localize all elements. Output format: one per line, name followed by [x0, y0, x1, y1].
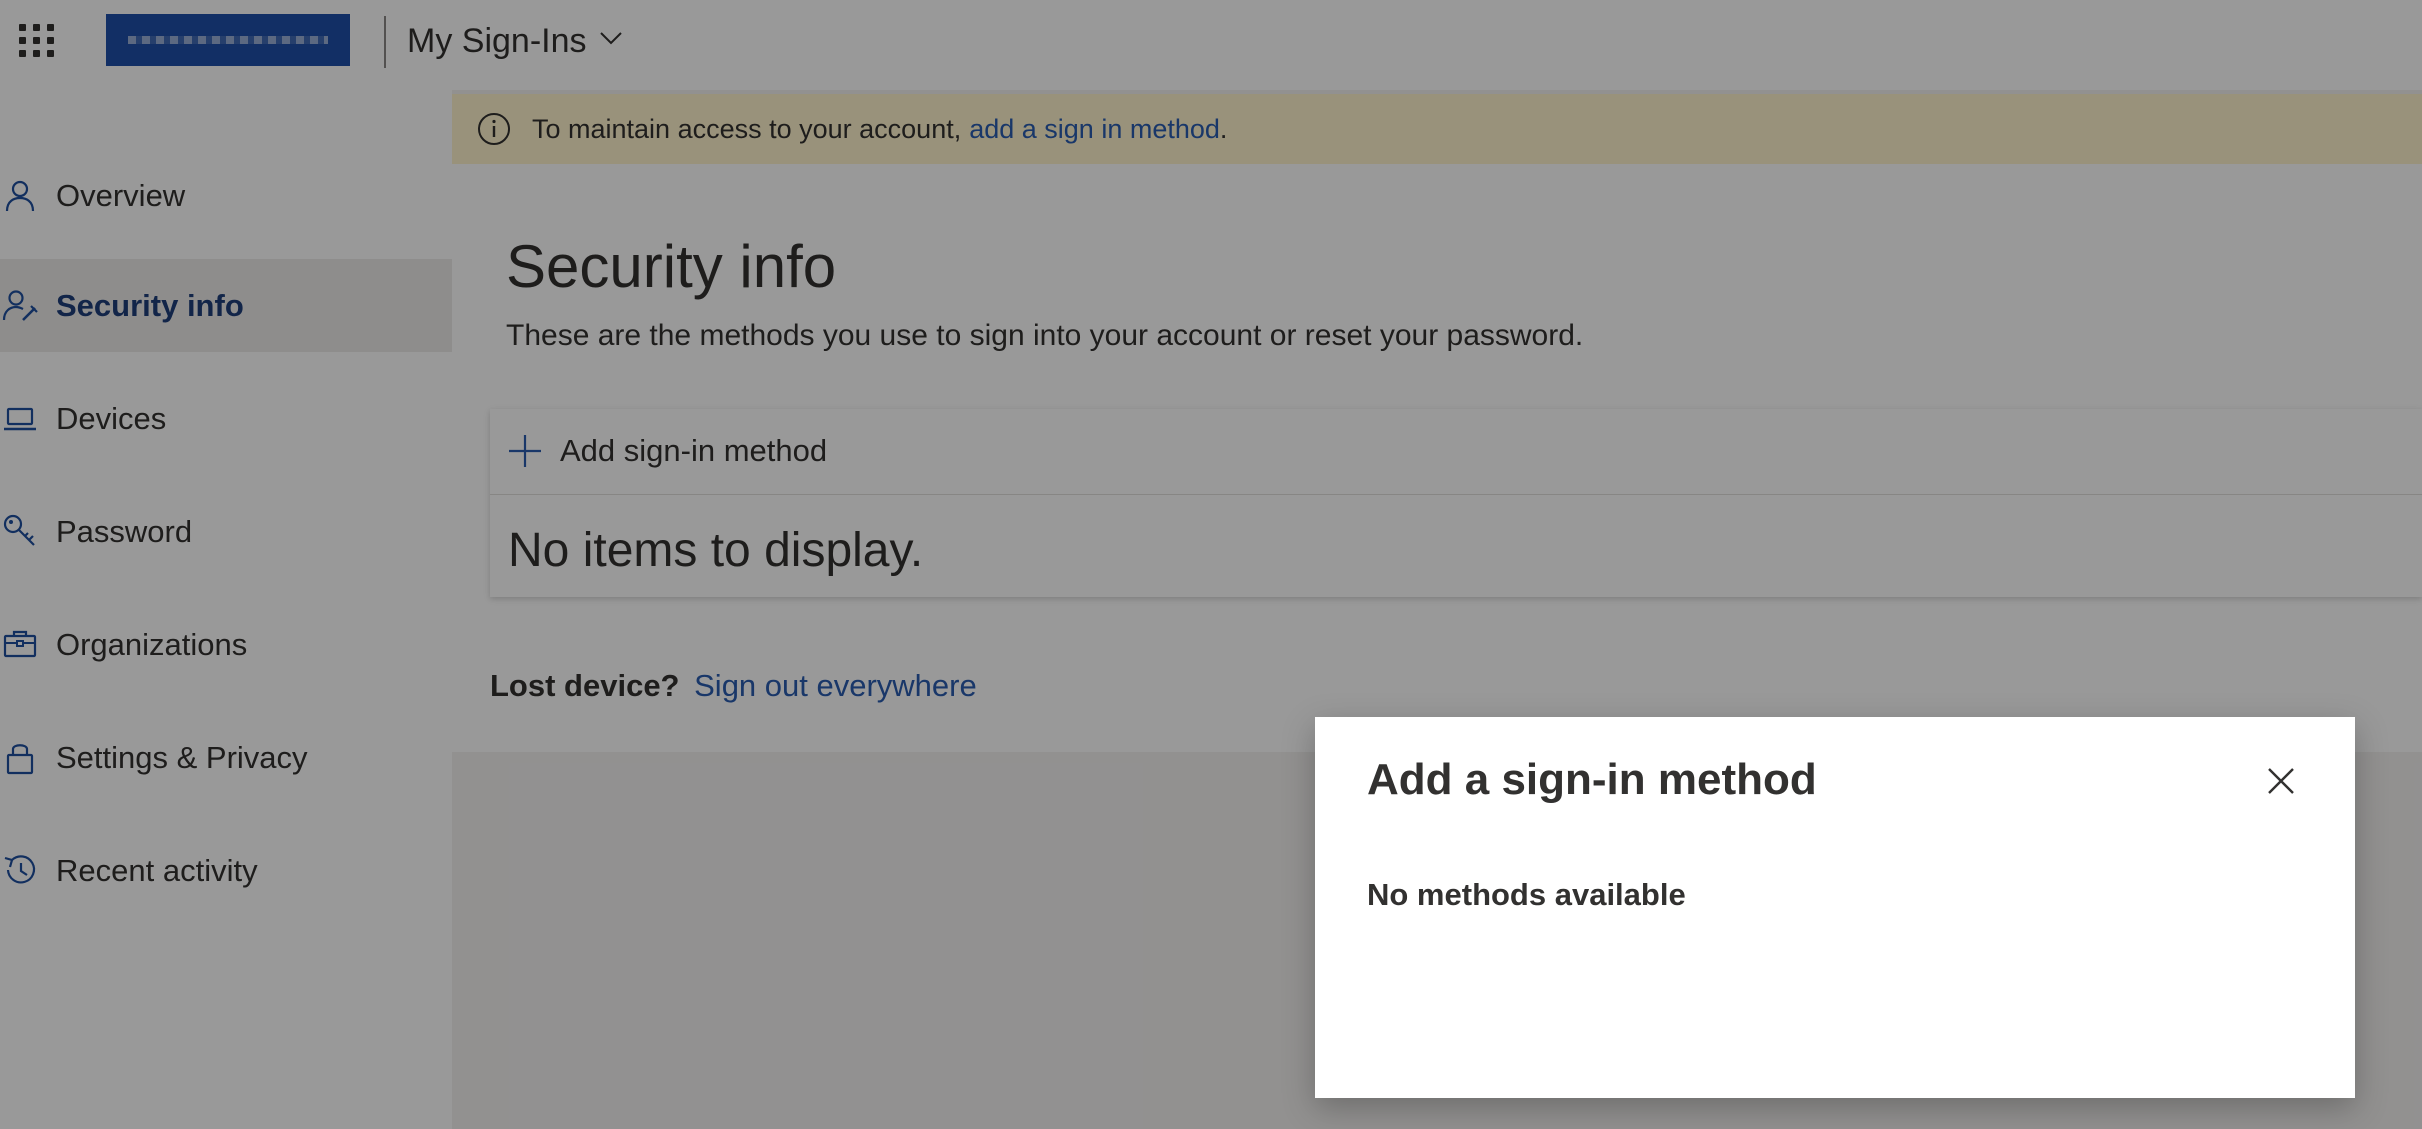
dialog-body-text: No methods available — [1367, 877, 1686, 912]
dialog-title: Add a sign-in method — [1367, 755, 1817, 804]
app-root: My Sign-Ins Overview Security info Devic… — [0, 0, 2422, 1129]
add-sign-in-method-dialog: Add a sign-in method No methods availabl… — [1315, 717, 2355, 1098]
close-icon[interactable] — [2263, 763, 2299, 799]
